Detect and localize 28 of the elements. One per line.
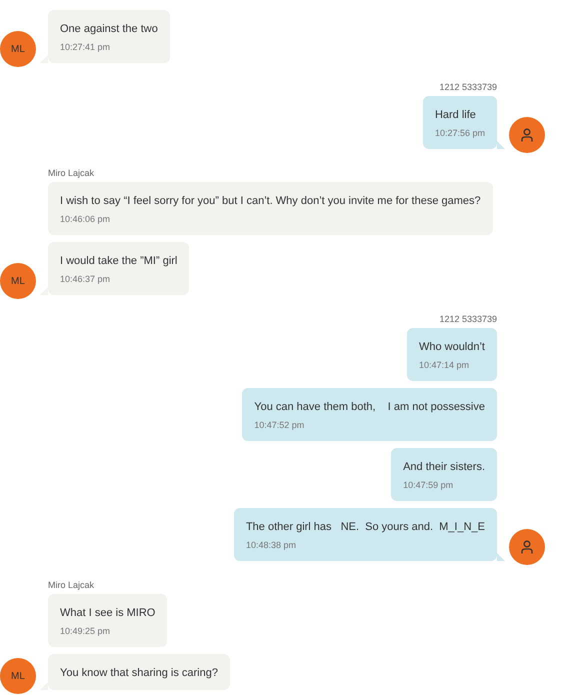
message-text: You know that sharing is caring? <box>60 666 218 680</box>
message-time: 10:48:38 pm <box>246 539 297 551</box>
message-time: 10:49:25 pm <box>60 625 112 637</box>
message-text: The other girl has NE. So yours and. M_I_N_E <box>246 520 485 534</box>
sender-name: Miro Lajcak <box>48 580 94 590</box>
message-time: 10:27:41 pm <box>60 41 112 53</box>
message-text: I wish to say “I feel sorry for you” but I can’t. Why don’t you invite me for these games? <box>60 194 481 208</box>
message-text: What I see is MIRO <box>60 606 156 620</box>
person-avatar-icon <box>509 529 545 565</box>
message-text: You can have them both, I am not possessive <box>254 400 485 414</box>
person-avatar-icon <box>509 117 545 153</box>
message-time: 10:46:37 pm <box>60 273 112 285</box>
sender-name: 1212 5333739 <box>439 314 497 324</box>
avatar-initials: ML <box>0 658 36 694</box>
message-text: I would take the ”MI” girl <box>60 254 178 268</box>
message-time: 10:47:52 pm <box>254 419 306 431</box>
avatar-initials: ML <box>0 263 36 299</box>
avatar-initials: ML <box>0 31 36 67</box>
sender-name: 1212 5333739 <box>439 82 497 92</box>
message-time: 10:47:14 pm <box>418 359 470 371</box>
message-text: And their sisters. <box>403 460 485 474</box>
sender-name: Miro Lajcak <box>48 168 94 178</box>
message-time: 10:47:59 pm <box>403 479 454 491</box>
message-text: Hard life <box>434 108 477 122</box>
message-text: Who wouldn’t <box>418 340 485 354</box>
message-text: One against the two <box>60 22 158 36</box>
message-time: 10:46:06 pm <box>60 213 112 225</box>
message-time: 10:27:56 pm <box>434 127 485 139</box>
